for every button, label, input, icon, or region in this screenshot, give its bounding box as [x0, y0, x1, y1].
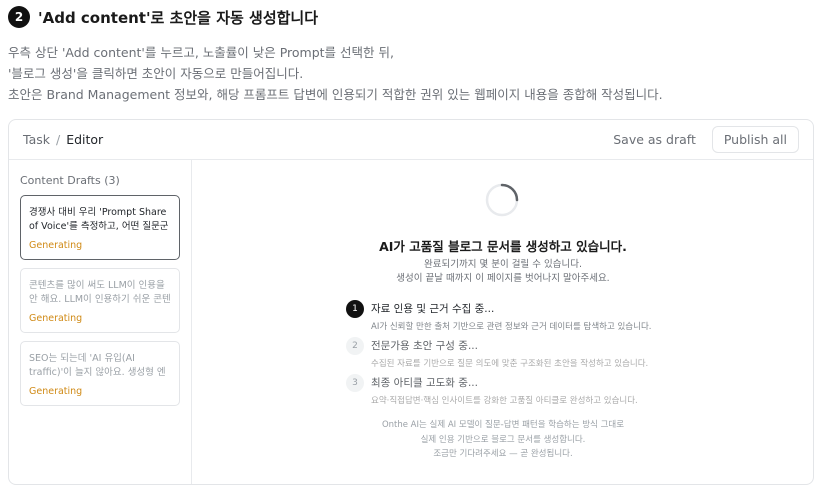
- draft-item[interactable]: 콘텐츠를 많이 써도 LLM이 인용을 안 해요. LLM이 인용하기 쉬운 콘…: [20, 268, 180, 333]
- footer-note-line-2: 실제 인용 기반으로 블로그 문서를 생성합니다.: [420, 434, 586, 445]
- editor-actions: Save as draft Publish all: [613, 126, 799, 153]
- generation-subtitle: 완료되기까지 몇 분이 걸릴 수 있습니다. 생성이 끝날 때까지 이 페이지를…: [193, 258, 813, 286]
- generation-step: 3 최종 아티클 고도화 중... 요약·직접답변·핵심 인사이트를 강화한 고…: [346, 374, 638, 406]
- generation-title: AI가 고품질 블로그 문서를 생성하고 있습니다.: [379, 239, 627, 254]
- step-number-badge: 2: [8, 6, 30, 28]
- step-description: 수집된 자료를 기반으로 질문 의도에 맞춘 구조화된 초안을 작성하고 있습니…: [371, 359, 649, 369]
- editor-topbar: Task / Editor Save as draft Publish all: [9, 120, 813, 160]
- editor-window: Task / Editor Save as draft Publish all …: [8, 119, 814, 485]
- loading-spinner-icon: [485, 183, 519, 217]
- generation-footer-note: Onthe AI는 실제 AI 모델이 질문-답변 패턴을 학습하는 방식 그대…: [193, 418, 813, 462]
- step-description: AI가 신뢰할 만한 출처 기반으로 관련 정보와 근거 데이터를 탐색하고 있…: [371, 322, 652, 332]
- draft-status-badge: Generating: [29, 313, 83, 324]
- step-name: 전문가용 초안 구성 중...: [371, 340, 478, 352]
- step-indicator-active: 1: [346, 300, 364, 318]
- generation-subtitle-line-1: 완료되기까지 몇 분이 걸릴 수 있습니다.: [424, 259, 582, 270]
- breadcrumb-current: Editor: [66, 132, 104, 147]
- draft-status-badge: Generating: [29, 386, 83, 397]
- draft-status-badge: Generating: [29, 240, 83, 251]
- description-line-1: 우측 상단 'Add content'를 누르고, 노출률이 낮은 Prompt…: [8, 45, 394, 60]
- generation-step: 1 자료 인용 및 근거 수집 중... AI가 신뢰할 만한 출처 기반으로 …: [346, 300, 651, 332]
- draft-item-text: SEO는 되는데 'AI 유입(AI traffic)'이 늘지 않아요. 생성…: [29, 353, 166, 378]
- section-title: 'Add content'로 초안을 자동 생성합니다: [38, 8, 319, 27]
- draft-item-text: 경쟁사 대비 우리 'Prompt Share of Voice'를 측정하고,…: [29, 207, 169, 232]
- breadcrumb-task-link[interactable]: Task: [23, 132, 50, 147]
- footer-note-line-1: Onthe AI는 실제 AI 모델이 질문-답변 패턴을 학습하는 방식 그대…: [381, 420, 625, 430]
- description-line-3: 초안은 Brand Management 정보와, 해당 프롬프트 답변에 인용…: [8, 87, 663, 102]
- section-description: 우측 상단 'Add content'를 누르고, 노출률이 낮은 Prompt…: [8, 42, 663, 105]
- breadcrumb-separator: /: [55, 132, 61, 147]
- section-header: 2 'Add content'로 초안을 자동 생성합니다: [8, 6, 318, 28]
- step-name: 자료 인용 및 근거 수집 중...: [371, 303, 495, 315]
- step-description: 요약·직접답변·핵심 인사이트를 강화한 고품질 아티클로 완성하고 있습니다.: [371, 396, 638, 406]
- footer-note-line-3: 조금만 기다려주세요 — 곧 완성됩니다.: [433, 449, 573, 459]
- breadcrumb: Task / Editor: [23, 132, 103, 147]
- drafts-sidebar-title: Content Drafts (3): [20, 174, 120, 187]
- generation-step: 2 전문가용 초안 구성 중... 수집된 자료를 기반으로 질문 의도에 맞춘…: [346, 337, 648, 369]
- drafts-sidebar: Content Drafts (3) 경쟁사 대비 우리 'Prompt Sha…: [9, 160, 192, 484]
- description-line-2: '블로그 생성'을 클릭하면 초안이 자동으로 만들어집니다.: [8, 66, 304, 81]
- step-indicator: 2: [346, 337, 364, 355]
- save-as-draft-button[interactable]: Save as draft: [613, 132, 696, 147]
- generation-panel: AI가 고품질 블로그 문서를 생성하고 있습니다. 완료되기까지 몇 분이 걸…: [193, 160, 813, 484]
- generation-subtitle-line-2: 생성이 끝날 때까지 이 페이지를 벗어나지 말아주세요.: [396, 273, 610, 284]
- draft-item-text: 콘텐츠를 많이 써도 LLM이 인용을 안 해요. LLM이 인용하기 쉬운 콘…: [29, 280, 171, 305]
- step-indicator: 3: [346, 374, 364, 392]
- draft-item[interactable]: SEO는 되는데 'AI 유입(AI traffic)'이 늘지 않아요. 생성…: [20, 341, 180, 406]
- draft-item[interactable]: 경쟁사 대비 우리 'Prompt Share of Voice'를 측정하고,…: [20, 195, 180, 260]
- step-name: 최종 아티클 고도화 중...: [371, 377, 478, 389]
- publish-all-button[interactable]: Publish all: [711, 126, 799, 153]
